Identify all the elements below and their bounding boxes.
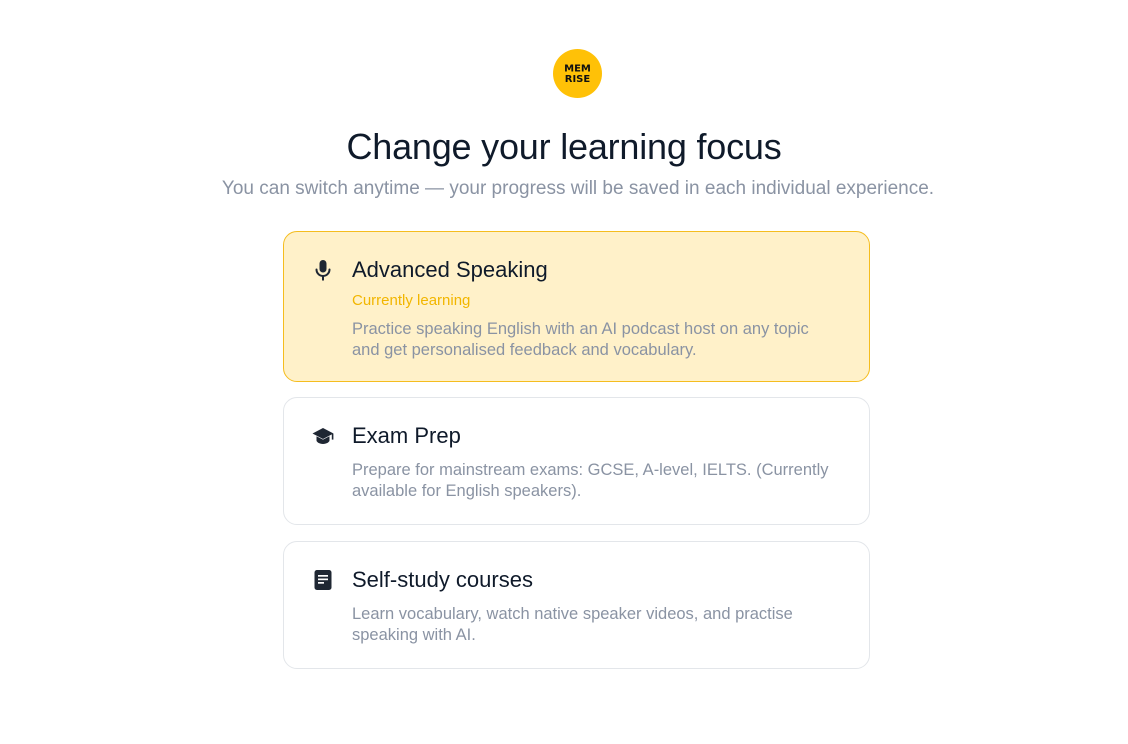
option-description: Learn vocabulary, watch native speaker v…: [352, 605, 793, 644]
memrise-logo: MEM RISE: [553, 49, 602, 98]
document-icon: [311, 568, 335, 592]
option-card-advanced-speaking[interactable]: Advanced Speaking Currently learning Pra…: [283, 231, 870, 382]
microphone-icon: [311, 258, 335, 282]
option-card-exam-prep[interactable]: Exam Prep Prepare for mainstream exams: …: [283, 397, 870, 525]
page-subtitle: You can switch anytime — your progress w…: [221, 178, 935, 199]
option-title: Exam Prep: [352, 423, 461, 448]
option-card-self-study-courses[interactable]: Self-study courses Learn vocabulary, wat…: [283, 541, 870, 669]
page-title: Change your learning focus: [346, 126, 782, 167]
logo-text-top: MEM: [564, 64, 591, 75]
option-description: Prepare for mainstream exams: GCSE, A-le…: [352, 461, 829, 500]
option-description: Practice speaking English with an AI pod…: [352, 320, 809, 359]
current-status-label: Currently learning: [352, 292, 471, 309]
logo-text-bottom: RISE: [565, 74, 591, 85]
memrise-logo-mark: MEM RISE: [564, 64, 591, 86]
option-title: Self-study courses: [352, 567, 533, 592]
option-title: Advanced Speaking: [352, 257, 548, 282]
graduation-cap-icon: [311, 424, 335, 448]
page: MEM RISE Change your learning focus You …: [0, 0, 1128, 744]
